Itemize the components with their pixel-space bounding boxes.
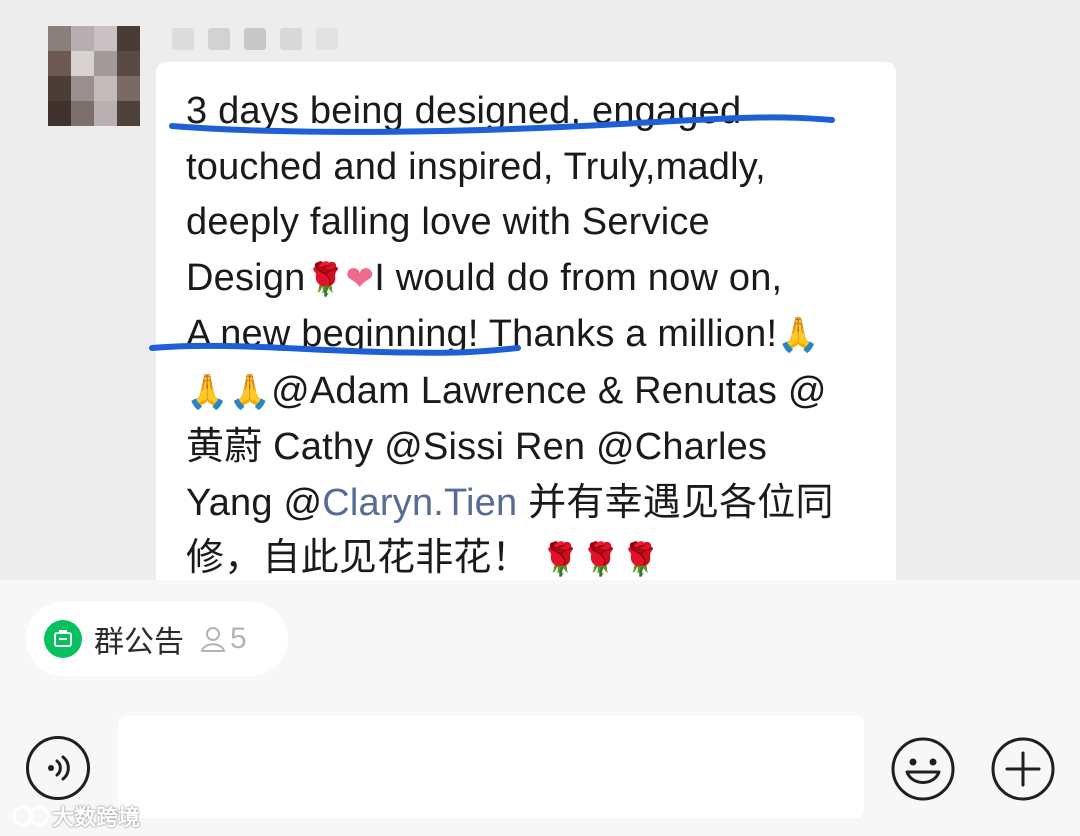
message-line: 3 days being designed, engaged — [186, 84, 886, 140]
voice-icon — [48, 755, 70, 781]
group-announcement-chip[interactable]: 群公告 5 — [26, 602, 288, 676]
message-text-segment: touched and inspired, Truly,madly, — [186, 145, 766, 188]
announcement-label: 群公告 — [94, 625, 184, 660]
message-line: touched and inspired, Truly,madly, — [186, 140, 886, 196]
more-button[interactable] — [990, 736, 1056, 802]
message-text-segment: 3 days being designed, engaged — [186, 90, 742, 132]
message-text-segment: 修，自此见花非花！ — [186, 537, 541, 579]
message-line: 黄蔚 Cathy @Sissi Ren @Charles — [186, 420, 886, 476]
message-line: A new beginning! Thanks a million!🙏 — [186, 307, 886, 364]
message-input[interactable] — [118, 716, 864, 818]
announcement-icon — [44, 620, 82, 658]
message-text-segment: A new beginning! Thanks a million! — [186, 313, 778, 355]
message-text: 3 days being designed, engaged touched an… — [186, 84, 886, 588]
mention-link[interactable]: Claryn.Tien — [322, 482, 517, 524]
sender-avatar[interactable] — [48, 26, 140, 126]
pray-emoji-icon: 🙏 — [186, 372, 229, 411]
message-line: Yang @Claryn.Tien 并有幸遇见各位同 — [186, 476, 886, 532]
watermark-logo-icon — [12, 805, 50, 827]
message-text-segment: 黄蔚 Cathy @Sissi Ren @Charles — [186, 426, 768, 468]
rose-emoji-icon: 🌹 — [540, 541, 581, 577]
message-text-segment: @Adam Lawrence & Renutas @ — [271, 369, 827, 412]
plus-icon — [991, 737, 1055, 801]
sender-name-pixelated — [172, 28, 372, 54]
rose-emoji-icon: 🌹 — [580, 541, 621, 577]
heart-emoji-icon: ❤ — [345, 259, 375, 298]
message-text-segment: I would do from now on, — [374, 256, 783, 299]
rose-emoji-icon: 🌹 — [305, 260, 346, 297]
message-text-segment: deeply falling love with Service — [186, 201, 710, 243]
watermark-text: 大数跨境 — [52, 806, 141, 831]
message-text-segment: Design — [186, 256, 306, 299]
emoji-face-icon — [891, 737, 955, 801]
message-line: Design🌹❤I would do from now on, — [186, 251, 886, 308]
watermark: 大数跨境 — [10, 800, 140, 832]
pray-emoji-icon: 🙏 — [228, 372, 272, 411]
message-text-segment: Yang @ — [186, 481, 323, 524]
member-count: 5 — [230, 622, 247, 655]
message-line: deeply falling love with Service — [186, 195, 886, 251]
member-icon — [198, 624, 228, 654]
emoji-button[interactable] — [890, 736, 956, 802]
voice-button[interactable] — [26, 736, 90, 800]
message-text-segment: 并有幸遇见各位同 — [517, 481, 834, 524]
rose-emoji-icon: 🌹 — [620, 541, 661, 577]
message-line: 🙏🙏@Adam Lawrence & Renutas @ — [186, 364, 886, 421]
pray-emoji-icon: 🙏 — [777, 316, 820, 354]
